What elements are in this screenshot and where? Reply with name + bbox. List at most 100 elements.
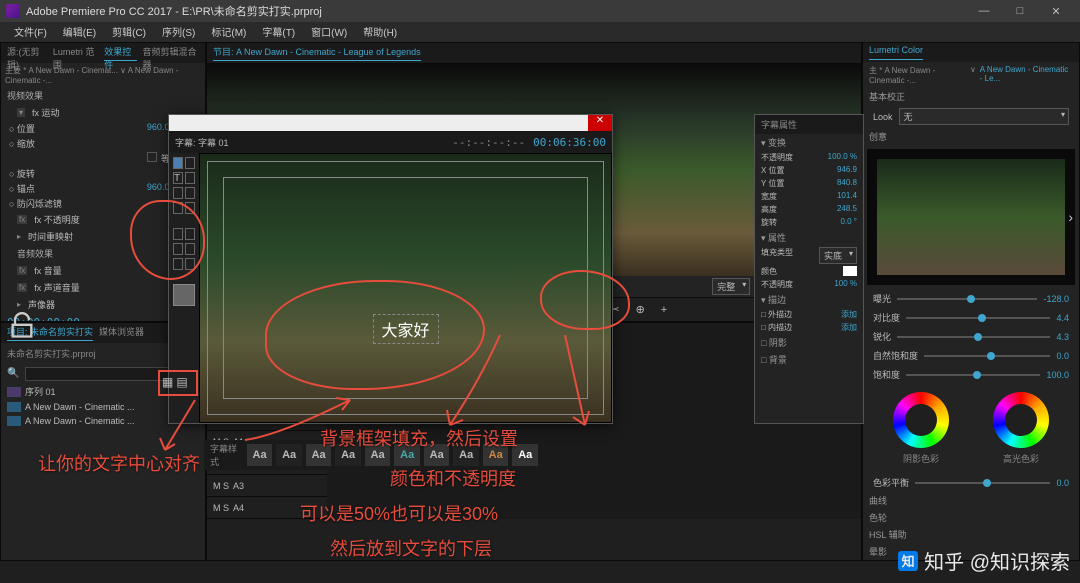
outer-stroke-chk[interactable]: □ 外描边 bbox=[761, 309, 792, 320]
background-chk[interactable]: □ 背景 bbox=[755, 351, 863, 368]
add-anchor-icon[interactable] bbox=[185, 202, 195, 214]
menu-window[interactable]: 窗口(W) bbox=[303, 22, 355, 42]
highlight-wheel[interactable] bbox=[993, 392, 1049, 448]
tab-media-browser[interactable]: 媒体浏览器 bbox=[99, 325, 144, 341]
anchor-x[interactable]: 960.0 bbox=[147, 182, 170, 192]
inner-stroke-chk[interactable]: □ 内描边 bbox=[761, 322, 792, 333]
creative-section[interactable]: 创意 bbox=[863, 128, 1079, 145]
app-title: Adobe Premiere Pro CC 2017 - E:\PR\未命名剪实… bbox=[26, 3, 322, 19]
ellipse-tool-icon[interactable] bbox=[173, 258, 183, 270]
fill-opacity[interactable]: 100 % bbox=[834, 279, 857, 290]
menu-sequence[interactable]: 序列(S) bbox=[154, 22, 203, 42]
pen-tool-icon[interactable] bbox=[173, 202, 183, 214]
tab-scopes[interactable]: Lumetri 范围 bbox=[53, 45, 98, 61]
style-swatch-10[interactable]: Aa bbox=[512, 444, 538, 466]
video-icon bbox=[7, 416, 21, 426]
style-swatch-1[interactable]: Aa bbox=[247, 444, 273, 466]
title-text-object[interactable]: 大家好 bbox=[372, 314, 438, 344]
menu-edit[interactable]: 编辑(E) bbox=[55, 22, 104, 42]
menu-marker[interactable]: 标记(M) bbox=[203, 22, 254, 42]
prop-rot[interactable]: 0.0 ° bbox=[840, 217, 857, 228]
style-swatch-4[interactable]: Aa bbox=[335, 444, 361, 466]
vtype-tool-icon[interactable] bbox=[185, 172, 195, 184]
next-look-icon[interactable]: › bbox=[1068, 209, 1073, 225]
style-swatch-8[interactable]: Aa bbox=[453, 444, 479, 466]
prop-h[interactable]: 248.5 bbox=[837, 204, 857, 215]
style-swatch-5[interactable]: Aa bbox=[365, 444, 391, 466]
line-tool-icon[interactable] bbox=[185, 258, 195, 270]
look-dropdown[interactable]: 无 bbox=[899, 108, 1069, 125]
extract-icon[interactable]: ⊕ bbox=[632, 301, 649, 318]
track-a3[interactable]: M SA3 bbox=[207, 475, 327, 497]
basic-correction-section[interactable]: 基本校正 bbox=[863, 88, 1079, 105]
rect-tool-icon[interactable] bbox=[173, 228, 183, 240]
style-swatch-6[interactable]: Aa bbox=[394, 444, 420, 466]
wedge-tool-icon[interactable] bbox=[173, 243, 183, 255]
type-tool-icon[interactable]: T bbox=[173, 172, 183, 184]
export-frame-icon[interactable]: + bbox=[657, 302, 671, 318]
prop-w[interactable]: 101.4 bbox=[837, 191, 857, 202]
uniform-scale-chk[interactable] bbox=[147, 152, 157, 162]
roundrect-tool-icon[interactable] bbox=[185, 228, 195, 240]
flicker-label: ○ 防闪烁滤镜 bbox=[9, 197, 62, 210]
path-type-icon[interactable] bbox=[185, 187, 195, 199]
lumetri-panel: Lumetri Color 主 * A New Dawn - Cinematic… bbox=[862, 42, 1080, 561]
menu-file[interactable]: 文件(F) bbox=[6, 22, 55, 42]
title-tab[interactable]: 字幕: 字幕 01 bbox=[175, 136, 229, 149]
menu-clip[interactable]: 剪辑(C) bbox=[104, 22, 154, 42]
menu-title[interactable]: 字幕(T) bbox=[254, 22, 303, 42]
rotate-label: ○ 旋转 bbox=[9, 167, 35, 180]
max-button[interactable]: □ bbox=[1002, 0, 1038, 22]
close-button[interactable]: ✕ bbox=[1038, 0, 1074, 22]
look-preview[interactable]: › bbox=[867, 149, 1075, 285]
color-swatch[interactable] bbox=[843, 266, 857, 276]
transform-section[interactable]: ▾ 变换 bbox=[755, 134, 863, 151]
fit-dropdown[interactable]: 完整 bbox=[712, 278, 750, 295]
arc-tool-icon[interactable] bbox=[185, 243, 195, 255]
slider-saturation[interactable]: 饱和度100.0 bbox=[863, 365, 1079, 384]
rotate-tool-icon[interactable] bbox=[185, 157, 195, 169]
slider-sharpen[interactable]: 锐化4.3 bbox=[863, 327, 1079, 346]
fill-type-dropdown[interactable]: 实底 bbox=[819, 247, 857, 264]
track-a4[interactable]: M SA4 bbox=[207, 497, 327, 519]
zhihu-icon: 知 bbox=[898, 551, 918, 571]
anchor-label: ○ 锚点 bbox=[9, 182, 35, 195]
shadow-chk[interactable]: □ 阴影 bbox=[755, 334, 863, 351]
wheels-section[interactable]: 色轮 bbox=[863, 509, 1079, 526]
lumetri-tab[interactable]: Lumetri Color bbox=[869, 45, 923, 60]
slider-exposure[interactable]: 曝光-128.0 bbox=[863, 289, 1079, 308]
list-view-icon[interactable]: ▦ bbox=[162, 375, 173, 389]
tab-audio-mixer[interactable]: 音频剪辑混合器 bbox=[143, 45, 200, 61]
stroke-section[interactable]: ▾ 描边 bbox=[755, 291, 863, 308]
area-type-icon[interactable] bbox=[173, 187, 183, 199]
style-swatch-9[interactable]: Aa bbox=[483, 444, 509, 466]
style-swatch-7[interactable]: Aa bbox=[424, 444, 450, 466]
curves-section[interactable]: 曲线 bbox=[863, 492, 1079, 509]
title-close-button[interactable]: ✕ bbox=[588, 115, 612, 131]
prop-opacity[interactable]: 100.0 % bbox=[828, 152, 857, 163]
slider-contrast[interactable]: 对比度4.4 bbox=[863, 308, 1079, 327]
properties-section[interactable]: ▾ 属性 bbox=[755, 229, 863, 246]
style-swatch-3[interactable]: Aa bbox=[306, 444, 332, 466]
selection-tool-icon[interactable] bbox=[173, 157, 183, 169]
shadow-wheel[interactable] bbox=[893, 392, 949, 448]
slider-balance[interactable]: 色彩平衡0.0 bbox=[863, 473, 1079, 492]
style-swatch-2[interactable]: Aa bbox=[276, 444, 302, 466]
tab-program[interactable]: 节目: A New Dawn - Cinematic - League of L… bbox=[213, 45, 421, 61]
slider-vibrance[interactable]: 自然饱和度0.0 bbox=[863, 346, 1079, 365]
prop-x[interactable]: 946.9 bbox=[837, 165, 857, 176]
title-canvas[interactable]: 大家好 bbox=[199, 153, 612, 423]
pos-x[interactable]: 960.0 bbox=[147, 122, 170, 132]
tab-source[interactable]: 源:(无剪辑) bbox=[7, 45, 47, 61]
hsl-section[interactable]: HSL 辅助 bbox=[863, 526, 1079, 543]
fill-swatch[interactable] bbox=[173, 284, 195, 306]
project-search-input[interactable] bbox=[25, 367, 174, 381]
lock-icon[interactable] bbox=[8, 312, 36, 340]
min-button[interactable]: — bbox=[966, 0, 1002, 22]
prop-y[interactable]: 840.8 bbox=[837, 178, 857, 189]
menu-help[interactable]: 帮助(H) bbox=[355, 22, 405, 42]
titlebar: Adobe Premiere Pro CC 2017 - E:\PR\未命名剪实… bbox=[0, 0, 1080, 22]
icon-view-icon[interactable]: ▤ bbox=[176, 375, 187, 389]
tab-effect-controls[interactable]: 效果控件 bbox=[104, 45, 136, 61]
search-icon[interactable]: 🔍 bbox=[7, 368, 19, 379]
